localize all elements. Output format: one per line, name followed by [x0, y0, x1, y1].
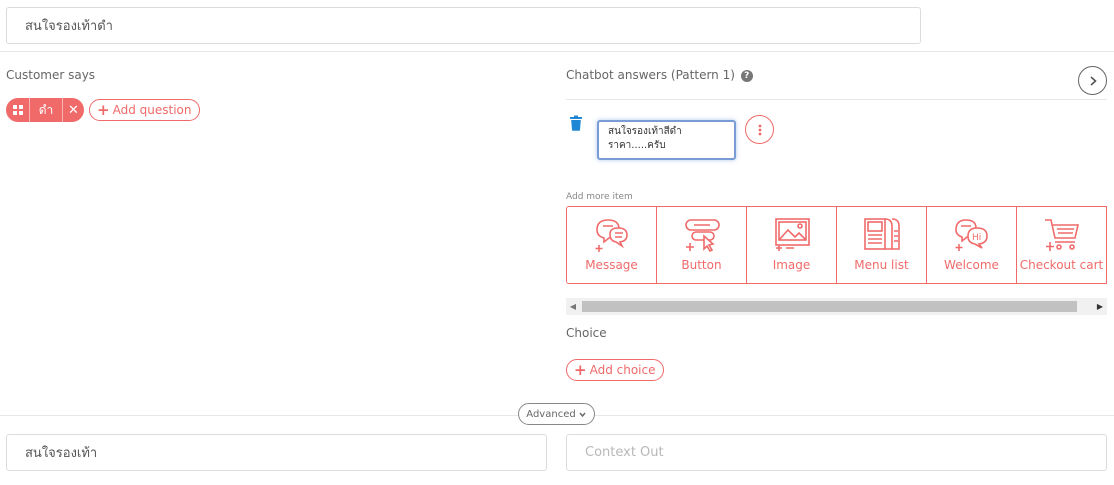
top-divider: [0, 51, 1114, 52]
trash-icon[interactable]: [569, 115, 583, 131]
item-checkout-cart[interactable]: Checkout cart: [1017, 207, 1107, 283]
plus-icon: +: [574, 360, 587, 379]
chatbot-answers-heading: Chatbot answers (Pattern 1) ?: [566, 68, 753, 82]
item-strip-scrollbar[interactable]: ◀ ▶: [566, 298, 1107, 315]
keyword-chip-text: ดำ: [30, 98, 63, 122]
add-question-label: Add question: [112, 103, 192, 117]
plus-icon: +: [97, 100, 110, 119]
chatbot-answers-label: Chatbot answers (Pattern 1): [566, 68, 735, 82]
add-item-strip: Message Button Image Menu list Hi Welcom…: [566, 206, 1107, 284]
remove-keyword-icon[interactable]: ✕: [63, 98, 84, 122]
help-icon[interactable]: ?: [740, 69, 753, 82]
menu-list-icon: [863, 218, 900, 250]
chevron-down-icon: [579, 412, 586, 417]
item-message-label: Message: [585, 258, 638, 272]
advanced-toggle-button[interactable]: Advanced: [518, 403, 595, 425]
add-choice-button[interactable]: + Add choice: [566, 359, 665, 381]
welcome-icon: Hi: [954, 219, 988, 251]
item-menu-list[interactable]: Menu list: [837, 207, 927, 283]
item-image-label: Image: [772, 258, 811, 272]
item-image[interactable]: Image: [747, 207, 837, 283]
svg-text:Hi: Hi: [972, 233, 981, 243]
item-button[interactable]: Button: [657, 207, 747, 283]
answer-textarea[interactable]: สนใจรองเท้าสีดำ ราคา.....ครับ: [597, 120, 736, 160]
choice-label: Choice: [566, 326, 607, 340]
scroll-left-icon[interactable]: ◀: [566, 298, 580, 315]
intent-name-value: สนใจรองเท้าดำ: [25, 19, 113, 34]
next-pattern-button[interactable]: [1078, 66, 1107, 95]
checkout-cart-icon: [1044, 219, 1079, 251]
chatbot-divider: [566, 99, 1107, 100]
more-options-button[interactable]: [745, 115, 774, 144]
advanced-label: Advanced: [526, 408, 576, 420]
add-choice-label: Add choice: [589, 363, 656, 377]
item-welcome[interactable]: Hi Welcome: [927, 207, 1017, 283]
button-icon: [684, 219, 720, 252]
item-message[interactable]: Message: [567, 207, 657, 283]
item-welcome-label: Welcome: [944, 258, 999, 272]
image-icon: [774, 218, 810, 251]
chevron-right-icon: [1089, 75, 1097, 86]
item-menu-list-label: Menu list: [854, 258, 909, 272]
customer-says-label: Customer says: [6, 68, 96, 82]
context-out-placeholder: Context Out: [585, 445, 664, 460]
context-in-input[interactable]: สนใจรองเท้า: [6, 434, 547, 471]
item-button-label: Button: [681, 258, 722, 272]
scroll-right-icon[interactable]: ▶: [1093, 298, 1107, 315]
keyword-chip[interactable]: ดำ ✕: [6, 98, 84, 122]
intent-name-input[interactable]: สนใจรองเท้าดำ: [6, 7, 921, 44]
message-icon: [595, 219, 628, 252]
add-question-button[interactable]: + Add question: [89, 99, 201, 121]
vertical-dots-icon: [758, 124, 761, 135]
item-checkout-cart-label: Checkout cart: [1019, 258, 1104, 272]
scrollbar-thumb[interactable]: [582, 301, 1077, 312]
context-out-input[interactable]: Context Out: [566, 434, 1107, 471]
context-in-value: สนใจรองเท้า: [25, 446, 98, 461]
add-more-item-label: Add more item: [566, 192, 633, 202]
drag-handle-icon[interactable]: [6, 98, 30, 122]
